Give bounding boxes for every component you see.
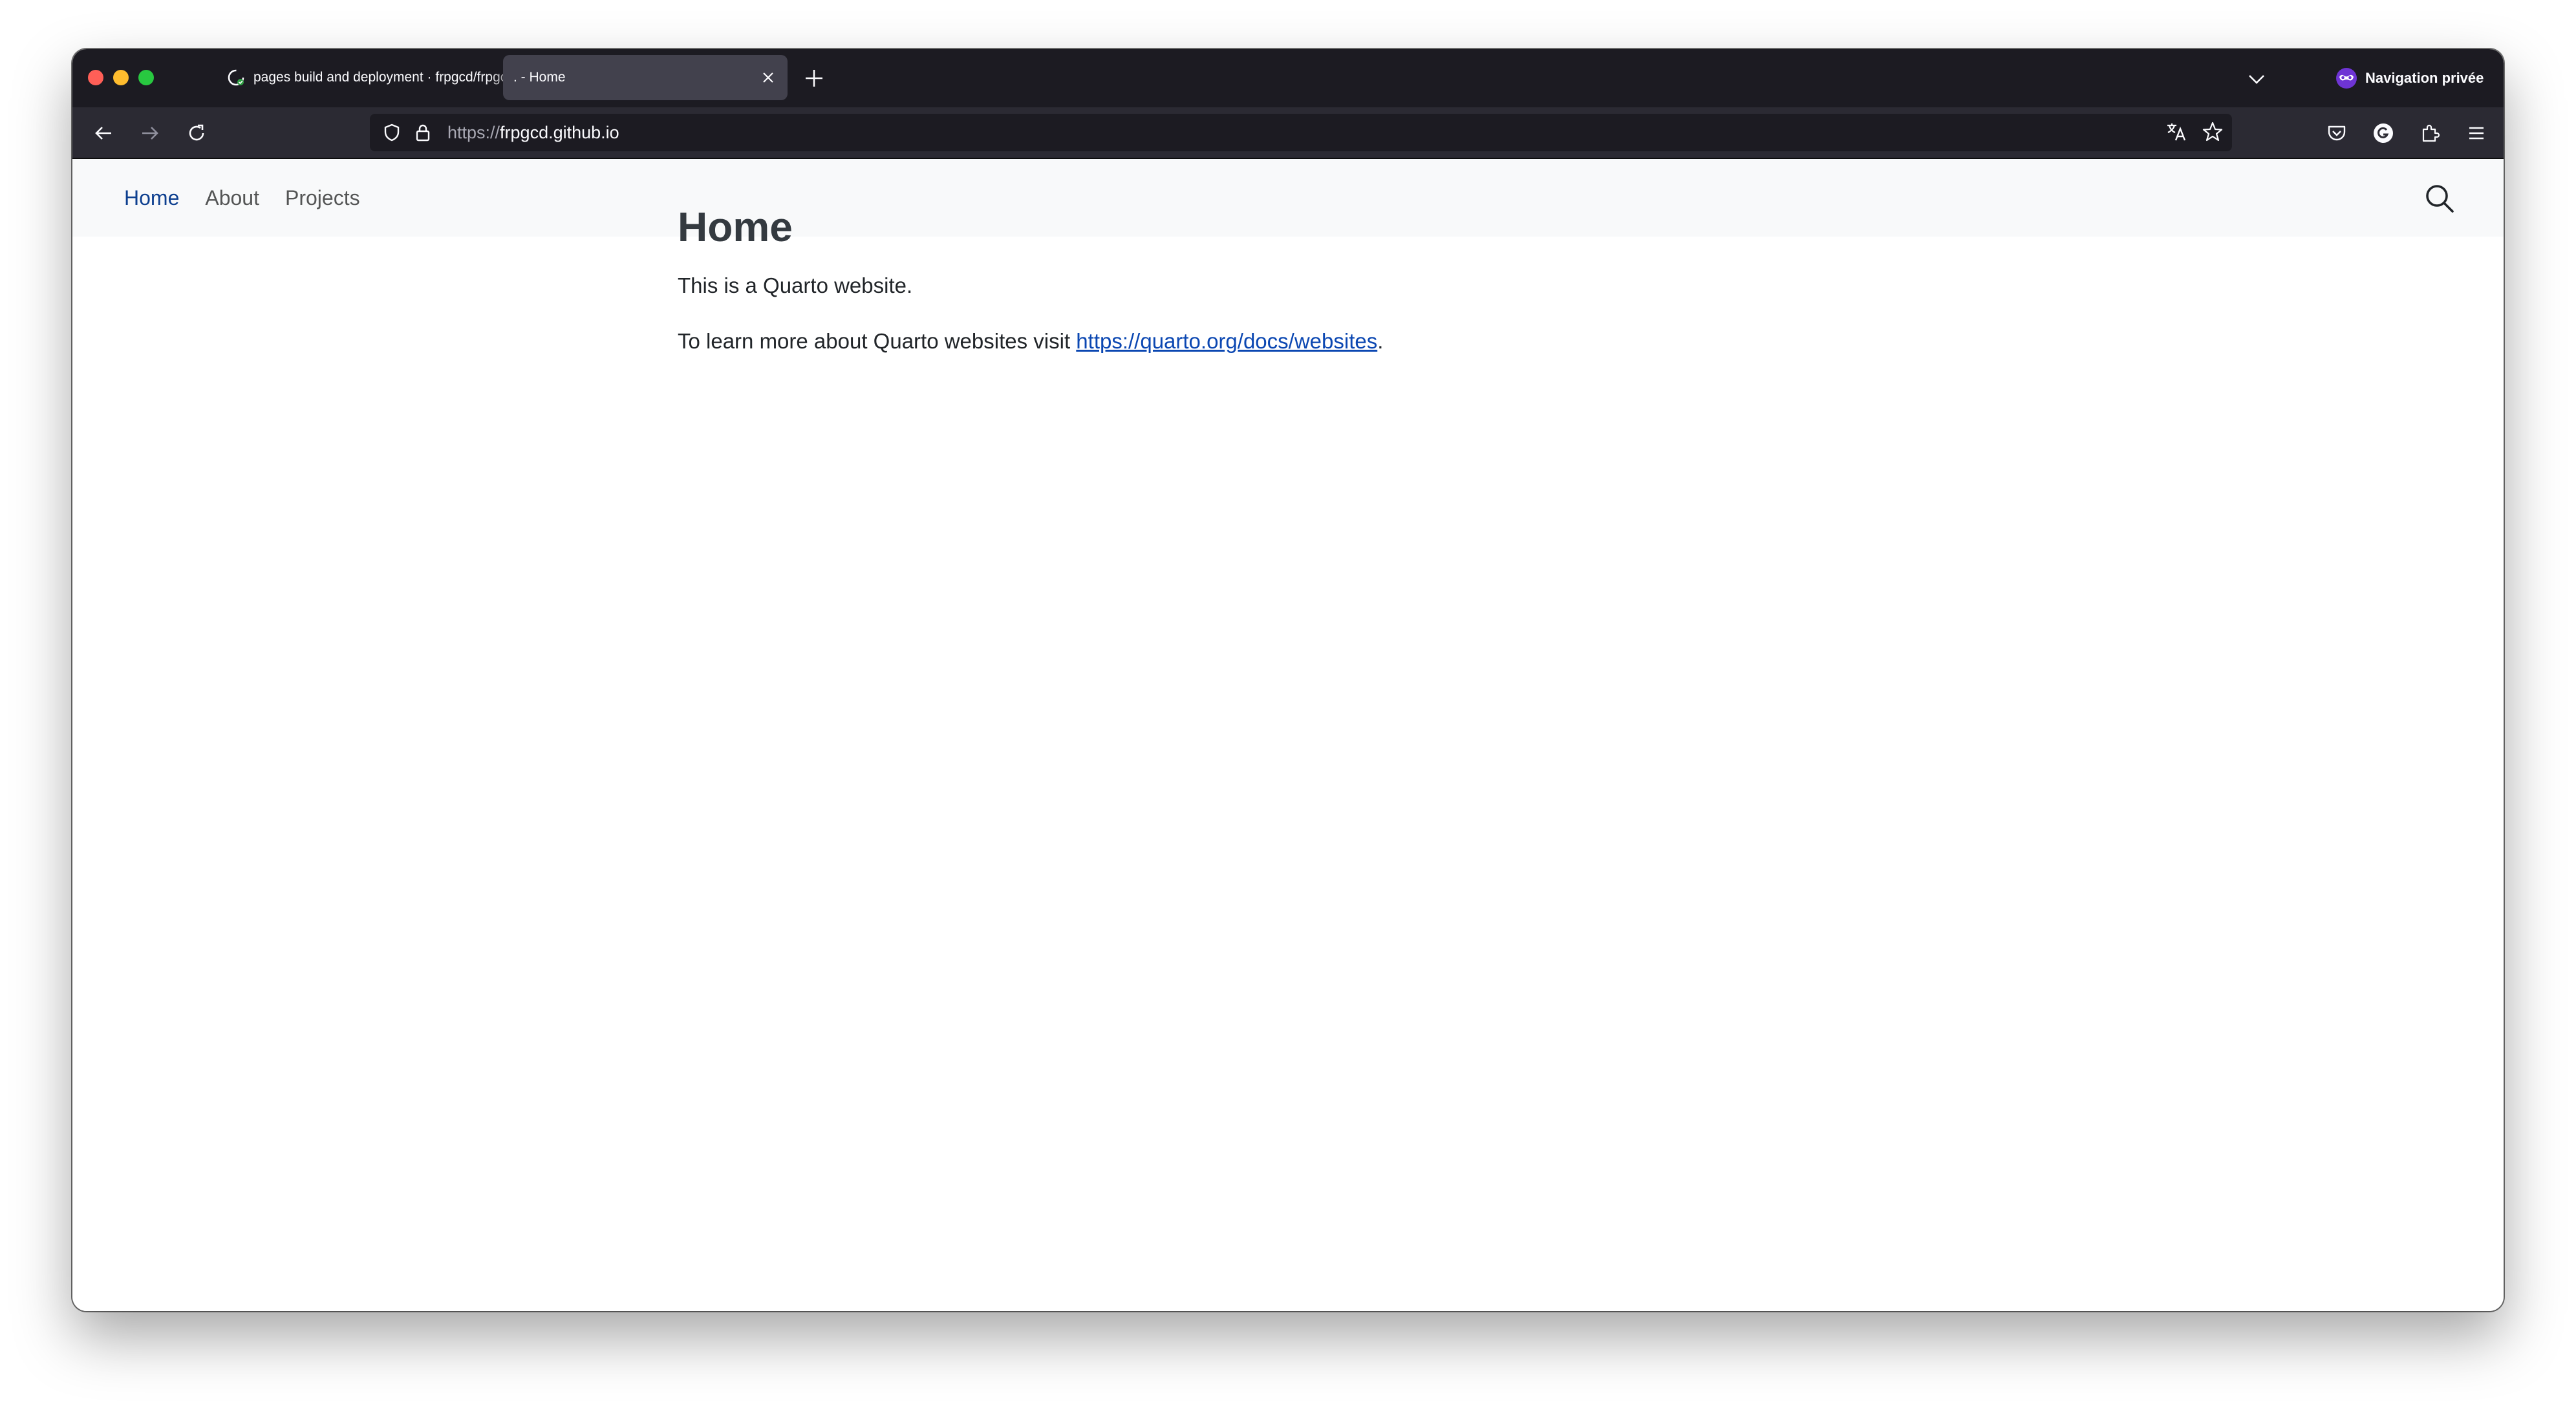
close-window-button[interactable] bbox=[88, 70, 103, 85]
back-arrow-icon[interactable] bbox=[89, 119, 118, 147]
lock-icon[interactable] bbox=[409, 118, 437, 147]
nav-link-about[interactable]: About bbox=[205, 186, 259, 210]
forward-arrow-icon[interactable] bbox=[136, 119, 164, 147]
hamburger-menu-icon[interactable] bbox=[2462, 119, 2491, 147]
page-title: Home bbox=[678, 204, 793, 250]
private-browsing-indicator: Navigation privée bbox=[2335, 65, 2484, 92]
url-host: frpgcd.github.io bbox=[500, 122, 619, 142]
translate-icon[interactable] bbox=[2162, 118, 2191, 146]
tab-home[interactable]: . - Home bbox=[503, 55, 788, 100]
url-text[interactable]: https://frpgcd.github.io bbox=[447, 123, 619, 143]
account-avatar-icon[interactable] bbox=[2369, 119, 2398, 147]
sentence-period: . bbox=[1377, 329, 1384, 353]
navigation-toolbar: https://frpgcd.github.io bbox=[72, 107, 2504, 159]
nav-link-projects[interactable]: Projects bbox=[285, 186, 360, 210]
learn-more-paragraph: To learn more about Quarto websites visi… bbox=[678, 326, 1583, 357]
nav-link-home[interactable]: Home bbox=[124, 186, 179, 210]
intro-paragraph: This is a Quarto website. bbox=[678, 273, 913, 297]
main-content: Home This is a Quarto website. To learn … bbox=[678, 198, 1583, 357]
reload-icon[interactable] bbox=[182, 119, 211, 147]
browser-window: pages build and deployment · frpgcd/frpg… bbox=[72, 49, 2504, 1311]
close-tab-icon[interactable] bbox=[753, 62, 784, 93]
learn-more-text: To learn more about Quarto websites visi… bbox=[678, 329, 1077, 353]
tracking-protection-shield-icon[interactable] bbox=[378, 118, 406, 147]
private-mask-icon bbox=[2336, 68, 2357, 89]
maximize-window-button[interactable] bbox=[138, 70, 154, 85]
quarto-docs-link[interactable]: https://quarto.org/docs/websites bbox=[1076, 329, 1377, 353]
minimize-window-button[interactable] bbox=[113, 70, 129, 85]
address-bar[interactable]: https://frpgcd.github.io bbox=[370, 114, 2232, 151]
search-icon[interactable] bbox=[2423, 182, 2456, 215]
site-nav-links: Home About Projects bbox=[124, 159, 386, 237]
tab-bar: pages build and deployment · frpgcd/frpg… bbox=[72, 49, 2504, 107]
bookmark-star-icon[interactable] bbox=[2198, 118, 2227, 146]
web-page: Home About Projects Home This is a Quart… bbox=[72, 159, 2504, 1311]
extensions-puzzle-icon[interactable] bbox=[2416, 119, 2444, 147]
tab-list-chevron-down-icon[interactable] bbox=[2245, 67, 2268, 91]
github-icon bbox=[228, 69, 244, 86]
tab-label: . - Home bbox=[513, 70, 566, 85]
pocket-icon[interactable] bbox=[2323, 119, 2351, 147]
new-tab-plus-icon[interactable] bbox=[802, 66, 826, 91]
url-scheme: https:// bbox=[447, 122, 500, 142]
private-browsing-label: Navigation privée bbox=[2365, 70, 2484, 86]
tab-label: pages build and deployment · frpgcd/frpg… bbox=[253, 70, 528, 85]
